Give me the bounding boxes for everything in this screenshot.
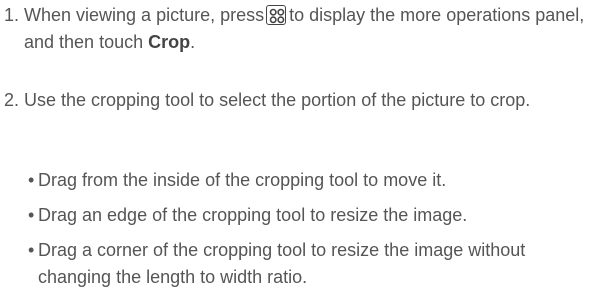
bullet-text: Drag from the inside of the cropping too…	[38, 170, 447, 190]
bullet-text: Drag an edge of the cropping tool to res…	[38, 205, 468, 225]
step-text: When viewing a picture, press to display…	[24, 2, 596, 56]
instructions-document: 1. When viewing a picture, press to disp…	[0, 0, 599, 287]
bullet-dot: •	[28, 240, 35, 260]
step-number: 2.	[4, 90, 20, 110]
step-number: 1.	[4, 5, 20, 25]
menu-key-icon	[266, 5, 287, 25]
step-text: Use the cropping tool to select the port…	[24, 90, 531, 110]
bullet-dot: •	[28, 205, 35, 225]
crop-label: Crop	[148, 32, 191, 52]
bullet-text: Drag a corner of the cropping tool to re…	[38, 240, 526, 287]
step-text-end: .	[190, 32, 196, 52]
bullet-dot: •	[28, 170, 35, 190]
step-text-part: When viewing a picture, press	[24, 5, 265, 25]
